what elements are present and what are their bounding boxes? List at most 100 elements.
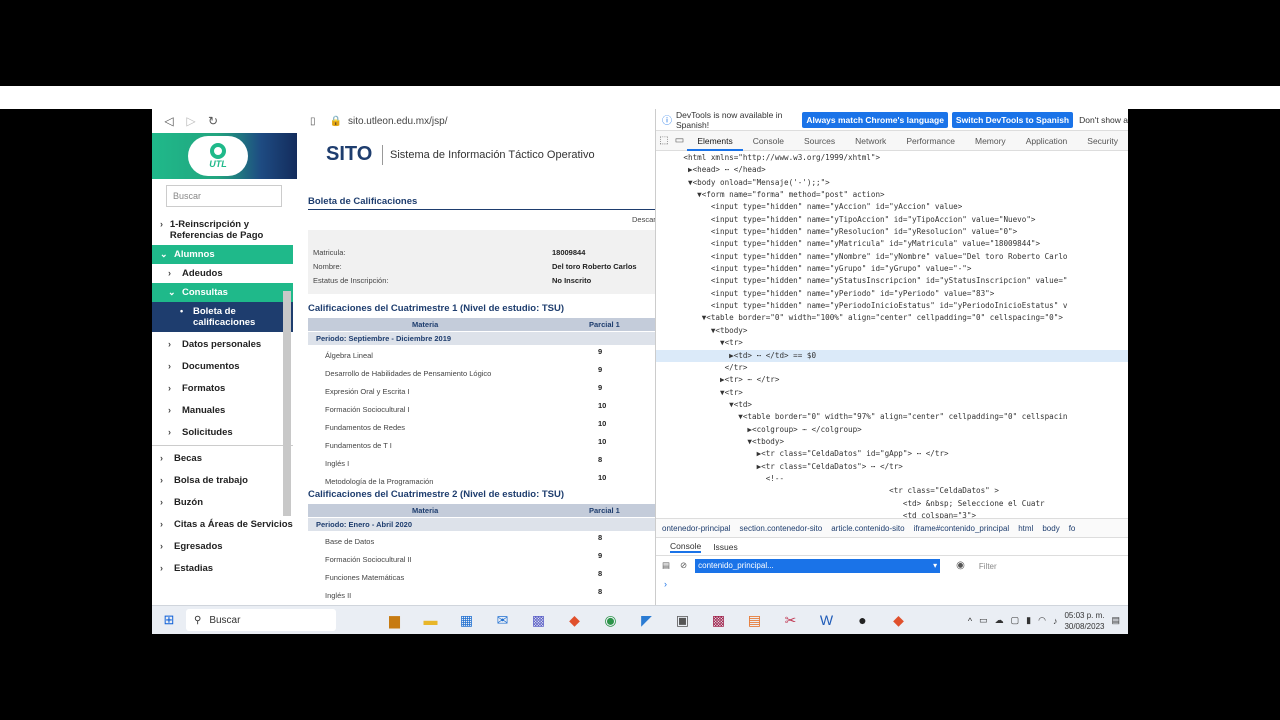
dom-node-line[interactable]: ▼<td> [656, 399, 1128, 411]
sidebar-item-manuales[interactable]: › Manuales [152, 401, 293, 420]
download-link[interactable]: Descar [632, 215, 655, 224]
chrome-icon[interactable]: ◉ [600, 610, 621, 630]
tab-security[interactable]: Security [1077, 131, 1128, 151]
dont-show-button[interactable]: Don't show a [1079, 115, 1128, 125]
sidebar-item-formatos[interactable]: › Formatos [152, 379, 293, 398]
dom-node-line[interactable]: <input type="hidden" name="yPeriodo" id=… [656, 288, 1128, 300]
dom-node-line[interactable]: ▼<body onload="Mensaje('-');;"> [656, 177, 1128, 189]
drawer-tab-issues[interactable]: Issues [713, 542, 738, 552]
dom-node-line[interactable]: <input type="hidden" name="yGrupo" id="y… [656, 263, 1128, 275]
brave-icon-2[interactable]: ◆ [888, 610, 909, 630]
file-explorer-icon[interactable]: ▬ [420, 610, 441, 630]
chevron-up-icon[interactable]: ^ [968, 616, 972, 626]
sidebar-item-egresados[interactable]: › Egresados [152, 537, 293, 556]
match-language-button[interactable]: Always match Chrome's language [802, 111, 948, 128]
briefcase-app-icon[interactable]: ▆ [384, 610, 405, 630]
dom-node-line[interactable]: <input type="hidden" name="yStatusInscri… [656, 275, 1128, 287]
clear-console-icon[interactable]: ⊘ [680, 560, 687, 571]
drawer-tab-console[interactable]: Console [670, 541, 702, 553]
dom-node-line[interactable]: <!-- [656, 473, 1128, 485]
dom-node-line[interactable]: <html xmlns="http://www.w3.org/1999/xhtm… [656, 152, 1128, 164]
tab-network[interactable]: Network [845, 131, 896, 151]
sidebar-item-becas[interactable]: › Becas [152, 449, 293, 468]
notifications-icon[interactable]: ▤ [1111, 615, 1120, 626]
filter-input[interactable]: Filter [975, 559, 1115, 573]
utl-logo[interactable]: UTL [152, 133, 297, 179]
dom-node-line[interactable]: <input type="hidden" name="yTipoAccion" … [656, 214, 1128, 226]
dom-node-line[interactable]: <input type="hidden" name="yNombre" id="… [656, 251, 1128, 263]
sidebar-item-documentos[interactable]: › Documentos [152, 357, 293, 376]
brave-icon[interactable]: ◆ [564, 610, 585, 630]
vscode-icon[interactable]: ◤ [636, 610, 657, 630]
dom-node-line[interactable]: ▶<tr> ⋯ </tr> [656, 374, 1128, 386]
breadcrumb-item[interactable]: section.contenedor-sito [740, 524, 823, 533]
dom-node-line[interactable]: ▶<head> ⋯ </head> [656, 164, 1128, 176]
dom-node-line[interactable]: ▼<table border="0" width="97%" align="ce… [656, 411, 1128, 423]
breadcrumb-item[interactable]: article.contenido-sito [831, 524, 904, 533]
clock[interactable]: 05:03 p. m. 30/08/2023 [1064, 610, 1104, 632]
dom-node-line[interactable]: <input type="hidden" name="yPeriodoInici… [656, 300, 1128, 312]
address-bar[interactable]: sito.utleon.edu.mx/jsp/ [348, 116, 448, 127]
sidebar-item-buzon[interactable]: › Buzón [152, 493, 293, 512]
forward-icon[interactable]: ▷ [180, 114, 202, 128]
dom-node-line[interactable]: <tr class="CeldaDatos" > [656, 485, 1128, 497]
sidebar-item-consultas[interactable]: ⌄ Consultas [152, 283, 293, 302]
bookmark-icon[interactable]: ▯ [310, 116, 316, 127]
switch-spanish-button[interactable]: Switch DevTools to Spanish [951, 111, 1074, 128]
dom-node-line[interactable]: ▶<td> ⋯ </td> == $0 [656, 349, 1128, 362]
teams-icon[interactable]: ▩ [528, 610, 549, 630]
tab-memory[interactable]: Memory [965, 131, 1016, 151]
microphone-icon[interactable]: ▮ [1026, 615, 1031, 626]
dom-node-line[interactable]: <input type="hidden" name="yMatricula" i… [656, 238, 1128, 250]
store-icon[interactable]: ▦ [456, 610, 477, 630]
dom-node-line[interactable]: ▶<tr class="CeldaDatos" id="gApp"> ⋯ </t… [656, 448, 1128, 460]
dom-node-line[interactable]: <td colspan="3"> [656, 510, 1128, 518]
breadcrumb-item[interactable]: fo [1069, 524, 1076, 533]
dom-node-line[interactable]: ▼<tbody> [656, 325, 1128, 337]
lock-icon[interactable]: 🔒 [330, 116, 342, 127]
breadcrumb-item[interactable]: ontenedor-principal [662, 524, 731, 533]
dom-node-line[interactable]: ▼<form name="forma" method="post" action… [656, 189, 1128, 201]
sidebar-item-reinscripcion[interactable]: › 1-Reinscripción y Referencias de Pago [152, 215, 293, 245]
console-prompt[interactable]: › [664, 579, 667, 589]
reload-icon[interactable]: ↻ [202, 114, 224, 128]
dom-tree[interactable]: <html xmlns="http://www.w3.org/1999/xhtm… [656, 152, 1128, 518]
sidebar-item-alumnos[interactable]: ⌄ Alumnos [152, 245, 293, 264]
dom-node-line[interactable]: ▼<table border="0" width="100%" align="c… [656, 312, 1128, 324]
sidebar-item-citas[interactable]: › Citas a Áreas de Servicios [152, 515, 293, 534]
dom-node-line[interactable]: <td> &nbsp; Seleccione el Cuatr [656, 498, 1128, 510]
sidebar-item-adeudos[interactable]: › Adeudos [152, 264, 293, 283]
battery-icon[interactable]: ▭ [979, 615, 988, 626]
photo-app-icon[interactable]: ▩ [708, 610, 729, 630]
breadcrumb-item[interactable]: iframe#contenido_principal [914, 524, 1010, 533]
inspect-icon[interactable]: ⬚ [656, 135, 672, 146]
mail-icon[interactable]: ✉ [492, 610, 513, 630]
dom-node-line[interactable]: ▼<tr> [656, 337, 1128, 349]
taskbar-search[interactable]: ⚲ Buscar [186, 609, 336, 631]
dom-node-line[interactable]: <input type="hidden" name="yAccion" id="… [656, 201, 1128, 213]
snipping-tool-icon[interactable]: ✂ [780, 610, 801, 630]
word-icon[interactable]: W [816, 610, 837, 630]
tab-sources[interactable]: Sources [794, 131, 845, 151]
context-select[interactable]: contenido_principal... ▾ [695, 558, 941, 573]
display-icon[interactable]: ▢ [1011, 615, 1020, 626]
tab-elements[interactable]: Elements [687, 131, 743, 151]
back-icon[interactable]: ◁ [158, 114, 180, 128]
wifi-icon[interactable]: ◠ [1038, 615, 1046, 626]
windows-start-icon[interactable]: ⊞ [152, 612, 186, 628]
dom-node-line[interactable]: ▶<colgroup> ⋯ </colgroup> [656, 424, 1128, 436]
sidebar-scrollbar[interactable] [283, 291, 291, 516]
dom-node-line[interactable]: <input type="hidden" name="yResolucion" … [656, 226, 1128, 238]
tab-application[interactable]: Application [1016, 131, 1078, 151]
cloud-icon[interactable]: ☁ [995, 615, 1004, 626]
sidebar-item-datos-personales[interactable]: › Datos personales [152, 335, 293, 354]
breadcrumb-item[interactable]: body [1042, 524, 1059, 533]
tab-console[interactable]: Console [743, 131, 794, 151]
tab-performance[interactable]: Performance [896, 131, 965, 151]
volume-icon[interactable]: ♪ [1053, 616, 1058, 626]
sidebar-item-solicitudes[interactable]: › Solicitudes [152, 423, 293, 442]
sidebar-search-input[interactable]: Buscar [166, 185, 282, 207]
eye-icon[interactable]: ◉ [956, 560, 965, 571]
github-icon[interactable]: ● [852, 610, 873, 630]
dom-node-line[interactable]: ▼<tbody> [656, 436, 1128, 448]
